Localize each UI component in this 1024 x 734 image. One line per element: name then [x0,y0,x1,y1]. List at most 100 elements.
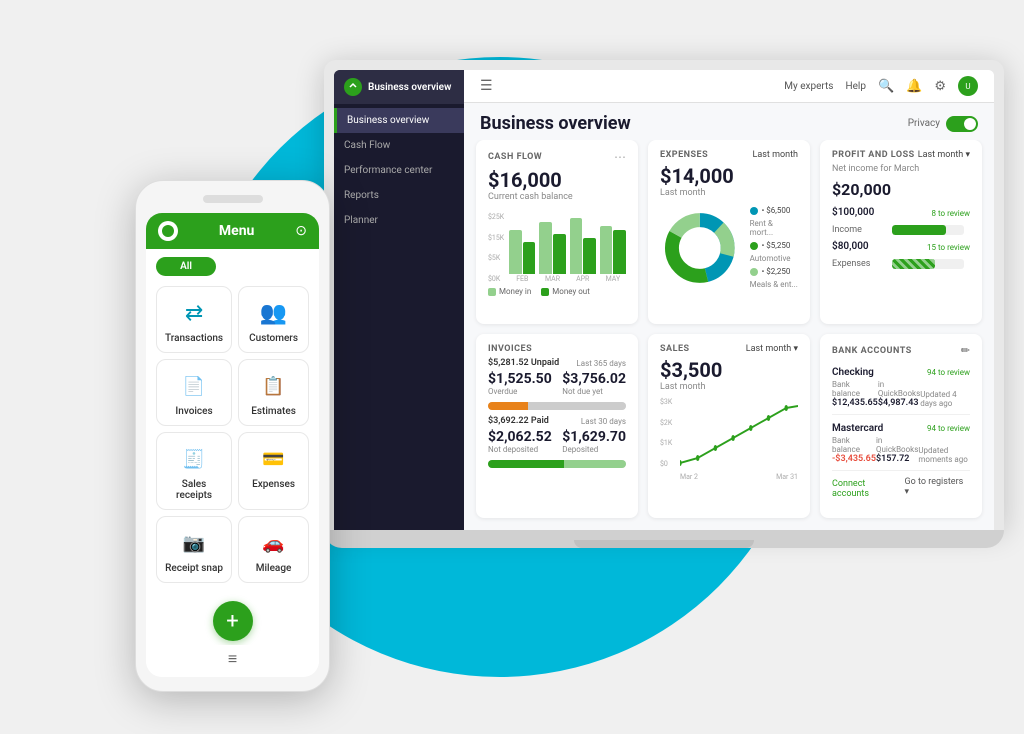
invoices-not-deposited-amount: $2,062.52 [488,429,552,445]
page-header: Business overview Privacy [464,103,994,140]
phone-grid-sales-receipts[interactable]: 🧾 Sales receipts [156,432,232,510]
pl-income-amount: $100,000 [832,207,874,218]
bank-title: BANK ACCOUNTS [832,346,912,356]
expenses-header: EXPENSES Last month [660,150,798,160]
bank-go-to-registers[interactable]: Go to registers ▾ [905,477,970,497]
sidebar-item-business-overview[interactable]: Business overview [334,108,464,133]
invoices-not-deposited-label: Not deposited [488,445,552,454]
pl-expenses-review[interactable]: 15 to review [927,243,970,252]
donut-meals-amount: • $2,250 [762,267,791,276]
expenses-subtitle: Last month [660,188,798,198]
cash-flow-menu[interactable]: ⋯ [614,150,626,164]
invoices-paid-amounts: $2,062.52 Not deposited $1,629.70 Deposi… [488,429,626,454]
cash-flow-chart: $25K $15K $5K $0K [488,208,626,283]
invoices-amounts: $1,525.50 Overdue $3,756.02 Not due yet [488,371,626,396]
phone-grid-customers[interactable]: 👥 Customers [238,286,309,353]
pl-filter[interactable]: Last month ▾ [918,150,970,160]
bank-edit-icon[interactable]: ✏ [961,344,970,357]
pl-income-review[interactable]: 8 to review [932,209,970,218]
expenses-donut: • $6,500 Rent & mort... • $5,250 [660,206,798,289]
user-avatar[interactable]: U [958,76,978,96]
bank-mastercard-qb-balance: $157.72 [876,454,918,464]
donut-meals-dot [750,268,758,276]
search-icon[interactable]: 🔍 [878,79,894,94]
bank-checking-review[interactable]: 94 to review [927,368,970,377]
sales-header: SALES Last month ▾ [660,344,798,354]
bank-connect-link[interactable]: Connect accounts [832,479,905,499]
sidebar-item-reports[interactable]: Reports [334,183,464,208]
sidebar-item-label: Planner [344,215,378,226]
phone-logo [158,221,178,241]
expenses-filter[interactable]: Last month [753,150,798,160]
settings-icon[interactable]: ⚙ [934,79,946,94]
phone-logo-inner [162,225,174,237]
invoices-deposited: $1,629.70 Deposited [562,429,626,454]
phone-grid-transactions[interactable]: ⇄ Transactions [156,286,232,353]
profit-loss-card: PROFIT AND LOSS Last month ▾ Net income … [820,140,982,324]
bar-apr-out [583,238,596,274]
privacy-toggle-switch[interactable] [946,116,978,132]
hamburger-icon[interactable]: ☰ [480,78,493,94]
phone-search-icon[interactable]: ⊙ [295,223,307,239]
bank-mastercard-review[interactable]: 94 to review [927,424,970,433]
pl-income-bar [892,225,946,235]
sales-filter[interactable]: Last month ▾ [746,344,798,354]
sidebar-item-cash-flow[interactable]: Cash Flow [334,133,464,158]
privacy-toggle[interactable]: Privacy [908,116,978,132]
bar-pair-apr [570,214,596,274]
bar-may-in [600,226,613,274]
sales-line-svg [680,398,798,468]
bank-mastercard-name: Mastercard [832,423,883,434]
phone-grid-expenses[interactable]: 💳 Expenses [238,432,309,510]
bank-footer: Connect accounts Go to registers ▾ [832,475,970,499]
sidebar-header-title: Business overview [368,82,451,93]
bar-groups: FEB MAR [509,214,626,283]
invoices-paid-period: Last 30 days [581,417,626,426]
phone-hamburger-icon[interactable]: ≡ [228,649,237,669]
donut-item-rent-label: Rent & mort... [750,219,798,237]
bar-group-feb: FEB [509,214,535,283]
sales-receipts-icon: 🧾 [176,445,212,473]
cash-flow-amount: $16,000 [488,168,626,192]
phone-grid-receipt-snap[interactable]: 📷 Receipt snap [156,516,232,583]
sales-title: SALES [660,344,690,354]
invoices-not-due-label: Not due yet [562,387,626,396]
bell-icon[interactable]: 🔔 [906,79,922,94]
laptop-bezel: Business overview Business overview Cash… [324,60,1004,530]
receipt-snap-icon: 📷 [176,529,212,557]
legend-out-label: Money out [552,287,590,296]
pl-net-label: Net income for March [832,164,970,174]
invoices-paid-header: $3,692.22 Paid Last 30 days [488,416,626,426]
estimates-label: Estimates [251,406,296,417]
bar-pair-feb [509,214,535,274]
bar-apr-in [570,218,583,274]
phone-menu-grid: ⇄ Transactions 👥 Customers 📄 Invoices 📋 … [146,280,319,593]
sidebar-nav: Business overview Cash Flow Performance … [334,104,464,237]
bank-mastercard-row: Mastercard 94 to review Bank balance -$3… [832,417,970,471]
phone-filter-all[interactable]: All [156,257,216,276]
phone-grid-estimates[interactable]: 📋 Estimates [238,359,309,426]
bar-may-out [613,230,626,274]
help-link[interactable]: Help [845,81,865,92]
transactions-icon: ⇄ [176,299,212,327]
invoices-progress-bar [488,402,626,410]
sidebar: Business overview Business overview Cash… [334,70,464,530]
sales-x-labels: Mar 2 Mar 31 [680,473,798,481]
laptop-device: Business overview Business overview Cash… [324,60,1004,548]
donut-auto-dot [750,242,758,250]
top-nav-right: My experts Help 🔍 🔔 ⚙ U [784,76,978,96]
phone-fab-button[interactable]: + [213,601,253,641]
my-experts-link[interactable]: My experts [784,81,833,92]
not-deposited-bar-segment [488,460,564,468]
phone-grid-invoices[interactable]: 📄 Invoices [156,359,232,426]
top-nav-left: ☰ [480,78,493,94]
mileage-icon: 🚗 [256,529,292,557]
privacy-label: Privacy [908,118,940,129]
phone-grid-mileage[interactable]: 🚗 Mileage [238,516,309,583]
sidebar-item-planner[interactable]: Planner [334,208,464,233]
sales-amount: $3,500 [660,358,798,382]
customers-icon: 👥 [256,299,292,327]
invoices-paid-progress [488,460,626,468]
estimates-icon: 📋 [256,372,292,400]
sidebar-item-performance[interactable]: Performance center [334,158,464,183]
